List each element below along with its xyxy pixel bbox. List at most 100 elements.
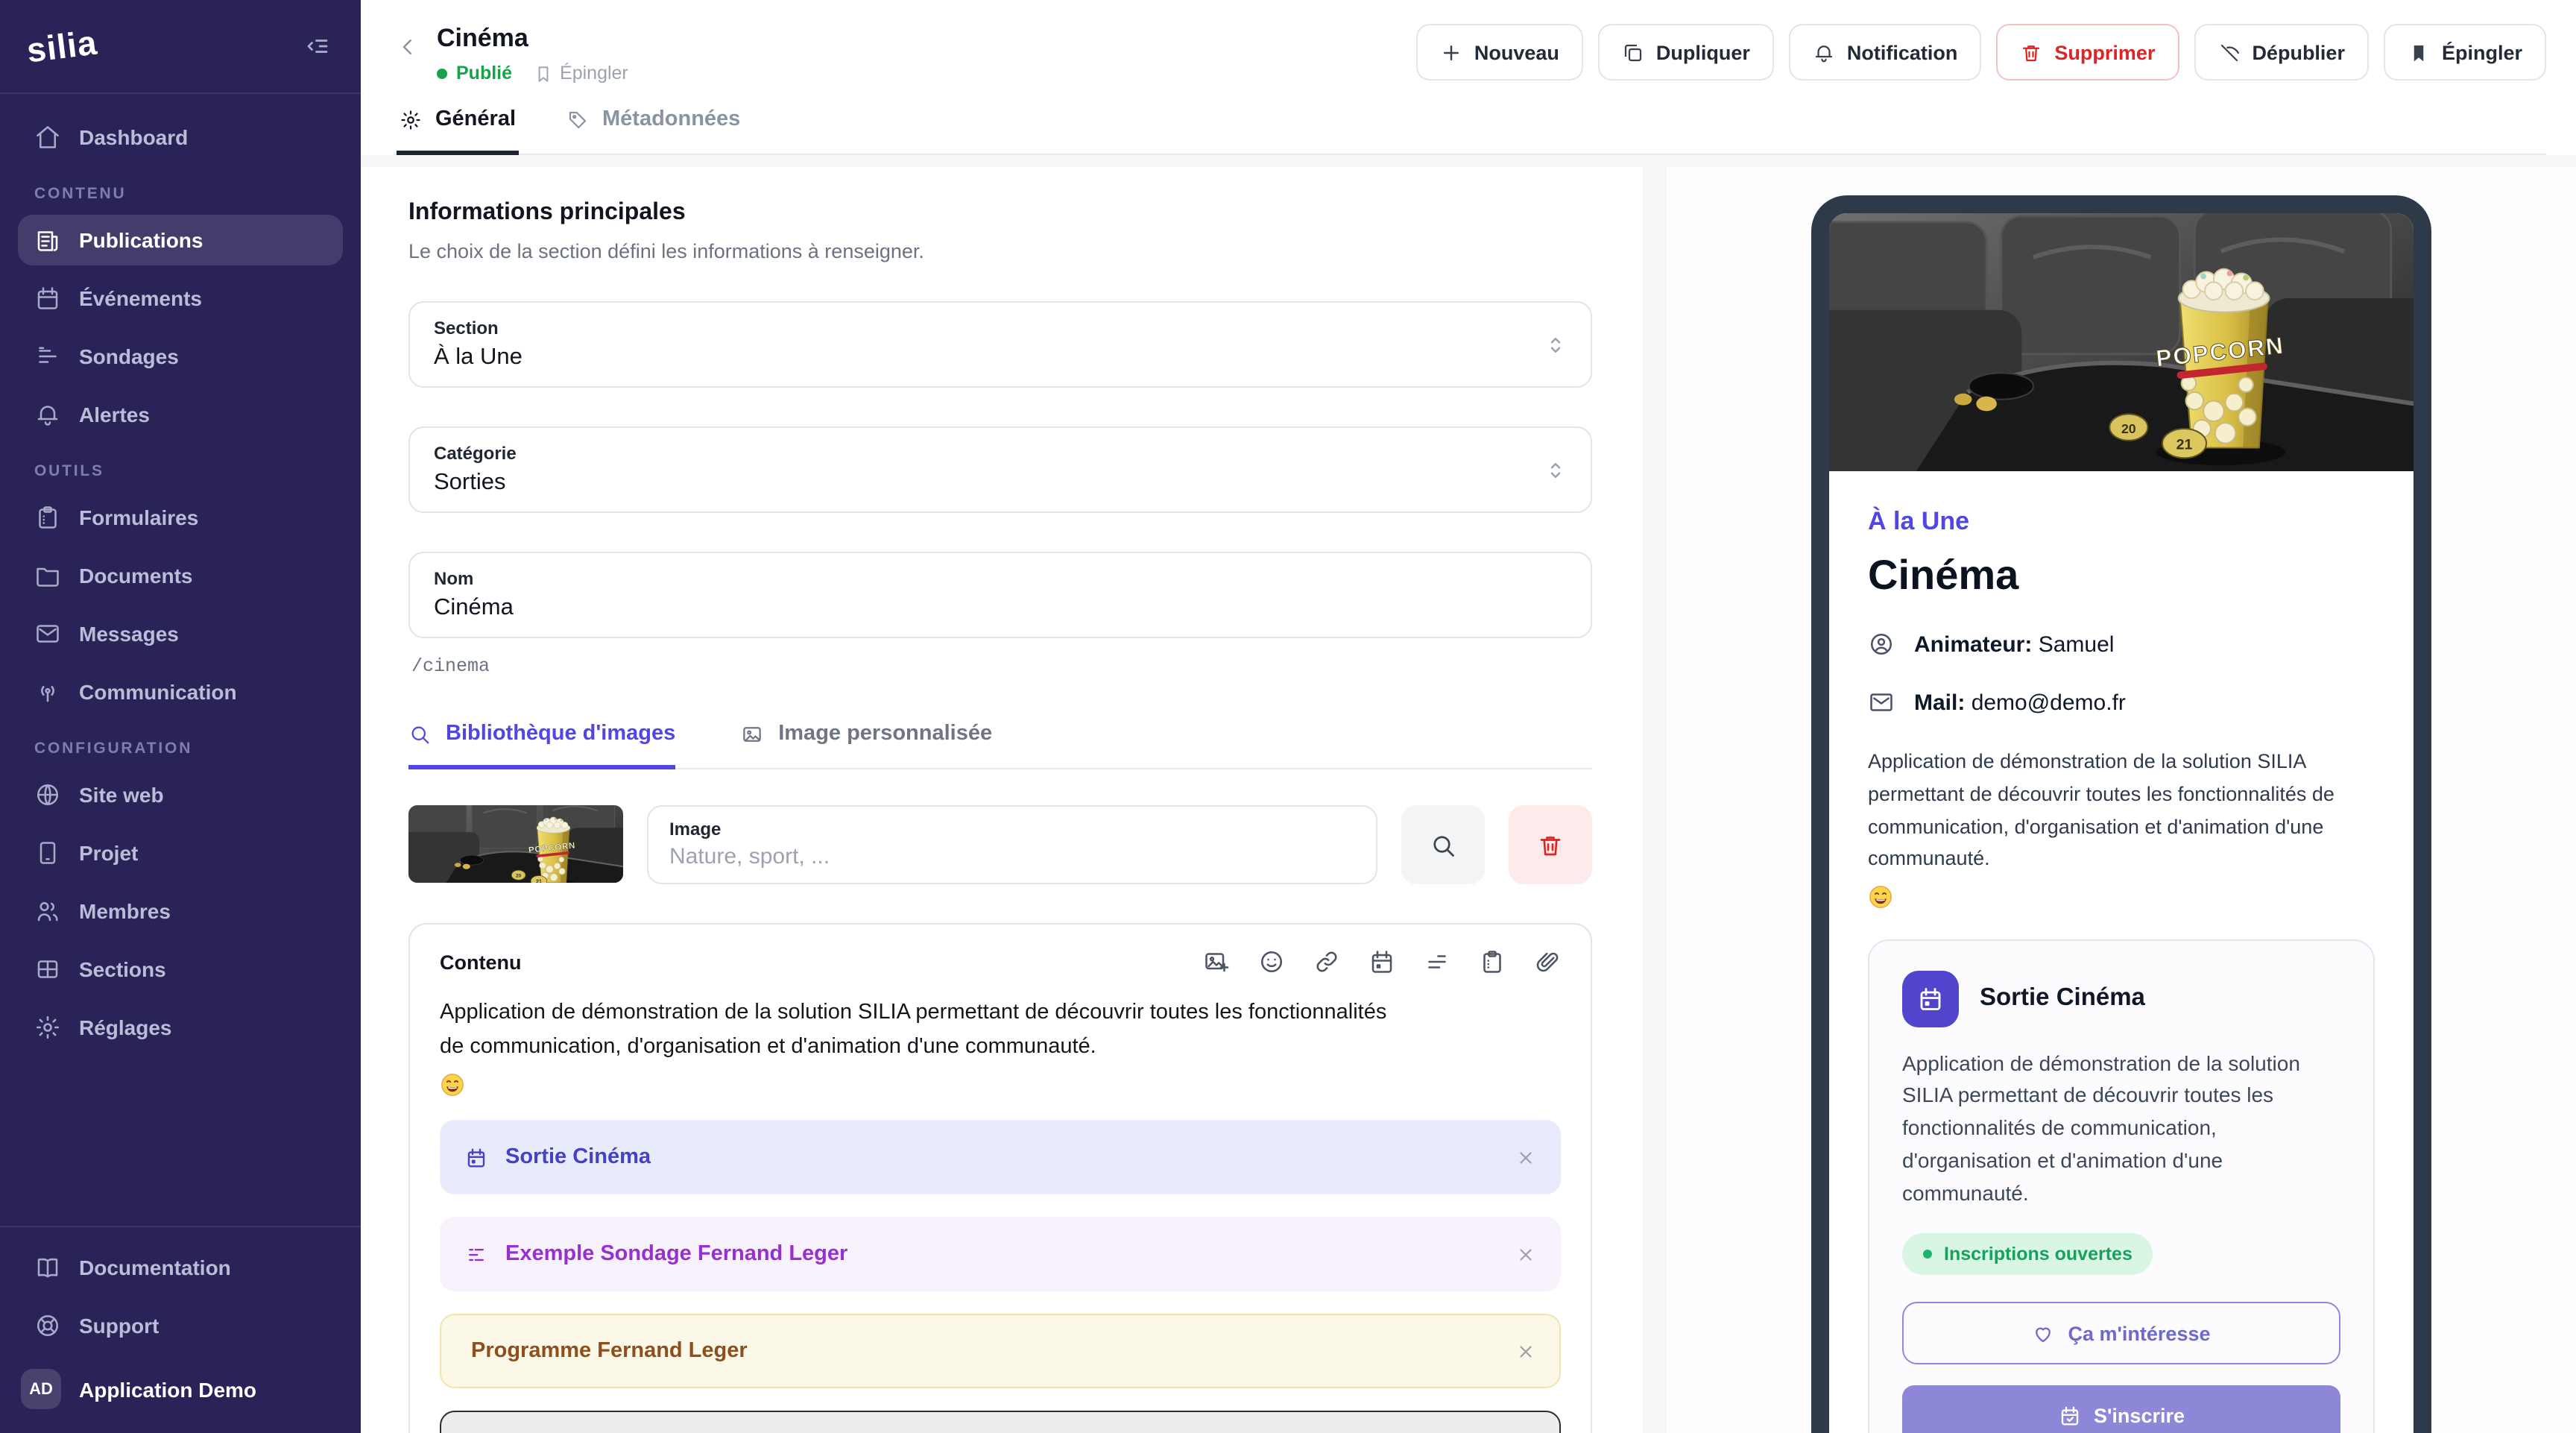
sidebar-item-sections[interactable]: Sections <box>18 944 343 995</box>
form-column: Informations principales Le choix de la … <box>361 168 1643 1433</box>
form-heading: Informations principales <box>408 201 1592 227</box>
chip-link-principal[interactable]: En savoir plus(principal) <box>440 1411 1561 1433</box>
chip-poll[interactable]: Exemple Sondage Fernand Leger <box>440 1218 1561 1292</box>
back-button[interactable] <box>394 24 422 58</box>
sidebar-item-publications[interactable]: Publications <box>18 215 343 265</box>
chip-close-icon[interactable] <box>1516 1342 1535 1361</box>
poll-icon <box>465 1244 487 1266</box>
image-delete-button[interactable] <box>1509 806 1592 885</box>
chip-event[interactable]: Sortie Cinéma <box>440 1121 1561 1195</box>
emoji-icon[interactable] <box>1258 949 1285 976</box>
sidebar-item-reglages[interactable]: Réglages <box>18 1002 343 1053</box>
user-menu[interactable]: AD Application Demo <box>18 1363 343 1415</box>
tab-image-library[interactable]: Bibliothèque d'images <box>408 722 675 770</box>
poll-icon[interactable] <box>1424 949 1450 976</box>
section-select[interactable]: Section À la Une <box>408 302 1592 388</box>
sidebar-item-dashboard[interactable]: Dashboard <box>18 112 343 163</box>
sidebar-item-communication[interactable]: Communication <box>18 667 343 717</box>
sidebar-item-label: Dashboard <box>79 125 188 149</box>
duplicate-button[interactable]: Dupliquer <box>1598 24 1774 81</box>
folder-icon <box>34 562 61 589</box>
event-description: Application de démonstration de la solut… <box>1902 1048 2340 1210</box>
sidebar-item-label: Projet <box>79 841 138 865</box>
avatar: AD <box>21 1369 61 1409</box>
signup-button[interactable]: S'inscrire <box>1902 1385 2340 1433</box>
sidebar-item-site-web[interactable]: Site web <box>18 769 343 820</box>
svg-text:20: 20 <box>2121 422 2136 437</box>
clipboard-icon[interactable] <box>1479 949 1506 976</box>
sidebar-item-membres[interactable]: Membres <box>18 886 343 936</box>
book-icon <box>34 1254 61 1281</box>
pin-toggle[interactable]: Épingler <box>533 63 628 84</box>
sidebar-item-evenements[interactable]: Événements <box>18 273 343 324</box>
calendar-check-icon <box>2058 1404 2080 1426</box>
tab-metadonnees[interactable]: Métadonnées <box>564 102 743 156</box>
name-label: Nom <box>434 569 514 590</box>
image-thumbnail[interactable]: POPCORN 20 21 <box>408 806 623 884</box>
pin-button[interactable]: Épingler <box>2384 24 2546 81</box>
name-field[interactable]: Nom Cinéma <box>408 552 1592 639</box>
image-search-input[interactable] <box>669 840 1355 870</box>
silia-logo: silia <box>25 22 99 70</box>
category-select[interactable]: Catégorie Sorties <box>408 427 1592 514</box>
new-button[interactable]: Nouveau <box>1416 24 1583 81</box>
sidebar-item-alertes[interactable]: Alertes <box>18 389 343 440</box>
image-label: Image <box>669 819 1355 840</box>
phone-preview: POPCORN 20 21 À la Une Cinéma Animateur:… <box>1811 196 2431 1433</box>
plus-icon <box>1440 41 1462 63</box>
tab-custom-image[interactable]: Image personnalisée <box>741 722 992 770</box>
eye-off-icon <box>2217 41 2240 63</box>
sidebar-header: silia <box>0 0 361 94</box>
editor-text[interactable]: Application de démonstration de la solut… <box>440 997 1394 1064</box>
chip-program[interactable]: Programme Fernand Leger <box>440 1314 1561 1389</box>
sidebar-item-sondages[interactable]: Sondages <box>18 331 343 382</box>
sidebar-item-label: Formulaires <box>79 506 198 529</box>
status-dot-icon <box>437 69 447 79</box>
sidebar-item-label: Messages <box>79 622 179 646</box>
unpublish-button[interactable]: Dépublier <box>2194 24 2369 81</box>
bookmark-icon <box>533 64 552 84</box>
copy-icon <box>1622 41 1644 63</box>
user-name: Application Demo <box>79 1377 256 1401</box>
chip-close-icon[interactable] <box>1516 1245 1535 1264</box>
bookmark-filled-icon <box>2408 41 2430 63</box>
sidebar-item-messages[interactable]: Messages <box>18 608 343 659</box>
page-title: Cinéma <box>437 24 628 54</box>
collapse-sidebar-icon[interactable] <box>298 27 337 66</box>
header-actions: Nouveau Dupliquer Notification Supprimer <box>1416 24 2546 81</box>
sidebar-section-outils: OUTILS <box>34 462 326 480</box>
trash-icon <box>2020 41 2042 63</box>
gear-icon <box>34 1014 61 1041</box>
image-row: POPCORN 20 21 Image <box>408 806 1592 885</box>
preview-section: À la Une <box>1868 508 2375 538</box>
sidebar-item-projet[interactable]: Projet <box>18 828 343 878</box>
cinema-photo: POPCORN 20 21 <box>408 806 623 884</box>
home-icon <box>34 124 61 151</box>
image-search-button[interactable] <box>1401 806 1485 885</box>
sidebar-item-label: Sondages <box>79 344 179 368</box>
sidebar-item-formulaires[interactable]: Formulaires <box>18 492 343 543</box>
tab-general[interactable]: Général <box>397 102 519 156</box>
calendar-icon <box>34 285 61 312</box>
interest-button[interactable]: Ça m'intéresse <box>1902 1302 2340 1364</box>
sidebar-item-label: Communication <box>79 680 237 704</box>
delete-button[interactable]: Supprimer <box>1996 24 2179 81</box>
calendar-icon[interactable] <box>1368 949 1395 976</box>
sidebar-item-label: Publications <box>79 228 203 252</box>
preview-host-row: Animateur: Samuel <box>1868 632 2375 658</box>
laughing-emoji <box>440 1073 465 1098</box>
paperclip-icon[interactable] <box>1534 949 1561 976</box>
image-add-icon[interactable] <box>1203 949 1230 976</box>
notification-button[interactable]: Notification <box>1789 24 1982 81</box>
sidebar-item-documentation[interactable]: Documentation <box>18 1242 343 1293</box>
preview-title: Cinéma <box>1868 552 2375 600</box>
slug-text: /cinema <box>411 657 1592 678</box>
sidebar-item-documents[interactable]: Documents <box>18 550 343 601</box>
heart-icon <box>2032 1322 2054 1344</box>
link-icon[interactable] <box>1313 949 1340 976</box>
tag-icon <box>566 109 589 131</box>
app: silia Dashboard CONTENU Publications Évé… <box>0 0 2576 1433</box>
sidebar-item-support[interactable]: Support <box>18 1300 343 1351</box>
chip-close-icon[interactable] <box>1516 1148 1535 1168</box>
name-value: Cinéma <box>434 596 514 623</box>
